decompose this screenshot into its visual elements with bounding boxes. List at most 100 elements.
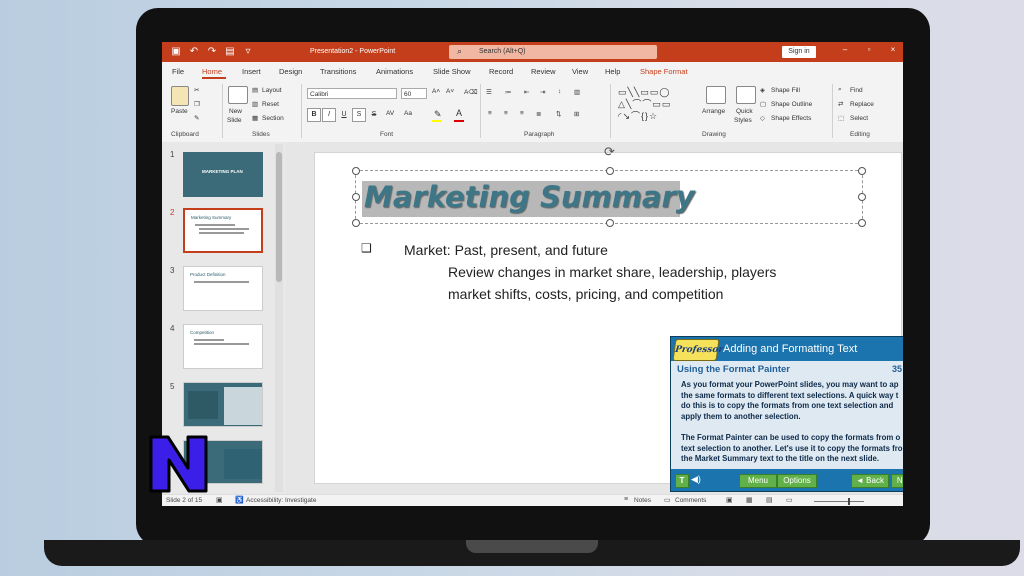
resize-handle[interactable] xyxy=(606,167,614,175)
character-spacing-icon[interactable]: AV xyxy=(386,110,394,117)
scrollbar-thumb[interactable] xyxy=(276,152,282,282)
increase-indent-icon[interactable]: ⇥ xyxy=(540,88,545,96)
text-direction-icon[interactable]: ⇅ xyxy=(556,110,561,118)
section-icon[interactable]: ▦ xyxy=(252,114,258,122)
cut-icon[interactable]: ✂ xyxy=(194,86,199,94)
paste-label[interactable]: Paste xyxy=(171,108,188,115)
decrease-font-icon[interactable]: A˅ xyxy=(446,88,454,95)
tab-review[interactable]: Review xyxy=(531,67,556,76)
arrange-label[interactable]: Arrange xyxy=(702,108,725,115)
resize-handle[interactable] xyxy=(858,193,866,201)
tab-view[interactable]: View xyxy=(572,67,588,76)
zoom-slider[interactable] xyxy=(814,501,864,502)
tab-transitions[interactable]: Transitions xyxy=(320,67,356,76)
font-name-select[interactable]: Calibri xyxy=(307,88,397,99)
customize-qat-icon[interactable]: ▿ xyxy=(242,46,254,58)
replace-icon[interactable]: ⇄ xyxy=(838,100,843,108)
find-button[interactable]: Find xyxy=(850,87,863,94)
shadow-button[interactable]: S xyxy=(352,108,366,122)
numbering-icon[interactable]: ≔ xyxy=(505,88,512,96)
slide-thumbnail-5[interactable] xyxy=(183,382,263,427)
columns-icon[interactable]: ▥ xyxy=(574,88,580,96)
smartart-icon[interactable]: ⊞ xyxy=(574,110,579,118)
align-right-icon[interactable]: ≡ xyxy=(520,110,524,117)
select-button[interactable]: Select xyxy=(850,115,868,122)
tab-file[interactable]: File xyxy=(172,67,184,76)
sign-in-button[interactable]: Sign in xyxy=(782,46,816,58)
tab-record[interactable]: Record xyxy=(489,67,513,76)
title-placeholder[interactable]: Marketing Summary ⟳ xyxy=(352,144,866,227)
notes-button[interactable]: Notes xyxy=(634,497,651,504)
resize-handle[interactable] xyxy=(352,193,360,201)
italic-button[interactable]: I xyxy=(322,108,336,122)
align-center-icon[interactable]: ≡ xyxy=(504,110,508,117)
section-button[interactable]: Section xyxy=(262,115,284,122)
find-icon[interactable]: ⌕ xyxy=(838,86,842,94)
shape-fill-button[interactable]: Shape Fill xyxy=(771,87,800,94)
font-size-select[interactable]: 60 xyxy=(401,88,427,99)
shape-effects-icon[interactable]: ◇ xyxy=(760,114,765,122)
underline-button[interactable]: U xyxy=(337,108,351,122)
tab-animations[interactable]: Animations xyxy=(376,67,413,76)
comments-button[interactable]: Comments xyxy=(675,497,706,504)
new-slide-icon[interactable] xyxy=(228,86,248,104)
tab-home[interactable]: Home xyxy=(202,67,222,76)
reading-view-icon[interactable]: ▤ xyxy=(766,496,773,504)
notes-icon[interactable]: ≡ xyxy=(624,496,628,503)
bullets-icon[interactable]: ☰ xyxy=(486,88,492,96)
reset-icon[interactable]: ▥ xyxy=(252,100,258,108)
accessibility-status[interactable]: Accessibility: Investigate xyxy=(246,497,316,504)
shape-fill-icon[interactable]: ◈ xyxy=(760,86,765,94)
tab-help[interactable]: Help xyxy=(605,67,620,76)
justify-icon[interactable]: ≣ xyxy=(536,110,541,118)
line-spacing-icon[interactable]: ↕ xyxy=(558,88,561,95)
rotate-handle-icon[interactable]: ⟳ xyxy=(604,144,615,160)
tab-design[interactable]: Design xyxy=(279,67,302,76)
resize-handle[interactable] xyxy=(606,219,614,227)
menu-button[interactable]: Menu xyxy=(739,474,777,488)
bold-button[interactable]: B xyxy=(307,108,321,122)
layout-button[interactable]: Layout xyxy=(262,87,282,94)
replace-button[interactable]: Replace xyxy=(850,101,874,108)
resize-handle[interactable] xyxy=(352,167,360,175)
paste-icon[interactable] xyxy=(171,86,189,106)
strikethrough-button[interactable]: S xyxy=(367,108,381,122)
change-case-icon[interactable]: Aa xyxy=(404,110,412,117)
next-button[interactable]: Ne xyxy=(891,474,903,488)
maximize-icon[interactable]: ▫ xyxy=(862,45,876,54)
copy-icon[interactable]: ❐ xyxy=(194,100,200,108)
align-left-icon[interactable]: ≡ xyxy=(488,110,492,117)
slide-title[interactable]: Marketing Summary xyxy=(364,180,695,214)
increase-font-icon[interactable]: A˄ xyxy=(432,88,440,95)
slide-sorter-icon[interactable]: ▦ xyxy=(746,496,753,504)
normal-view-icon[interactable]: ▣ xyxy=(726,496,733,504)
sub-bullet-text[interactable]: market shifts, costs, pricing, and compe… xyxy=(448,286,723,302)
tab-insert[interactable]: Insert xyxy=(242,67,261,76)
shapes-gallery[interactable]: ▭╲╲▭▭◯ △╲⌒⌒▭▭ ◜↘⌒{}☆ xyxy=(618,86,698,122)
undo-icon[interactable]: ↶ xyxy=(188,46,200,58)
new-slide-label[interactable]: New xyxy=(229,108,242,115)
highlight-icon[interactable]: ✎ xyxy=(434,109,442,120)
decrease-indent-icon[interactable]: ⇤ xyxy=(524,88,529,96)
sub-bullet-text[interactable]: Review changes in market share, leadersh… xyxy=(448,264,776,280)
text-toggle-button[interactable]: T xyxy=(675,474,689,488)
resize-handle[interactable] xyxy=(858,167,866,175)
slideshow-view-icon[interactable]: ▭ xyxy=(786,496,793,504)
quick-styles-label-2[interactable]: Styles xyxy=(734,117,752,124)
layout-icon[interactable]: ▤ xyxy=(252,86,258,94)
arrange-icon[interactable] xyxy=(706,86,726,104)
reset-button[interactable]: Reset xyxy=(262,101,279,108)
tab-slide-show[interactable]: Slide Show xyxy=(433,67,471,76)
resize-handle[interactable] xyxy=(858,219,866,227)
present-icon[interactable]: ▤ xyxy=(224,46,236,58)
spellcheck-icon[interactable]: ▣ xyxy=(216,496,223,504)
select-icon[interactable]: ⬚ xyxy=(838,114,844,122)
quick-styles-label[interactable]: Quick xyxy=(736,108,753,115)
slide-thumbnail-3[interactable]: Product Definition xyxy=(183,266,263,311)
audio-icon[interactable]: ◀) xyxy=(691,474,701,485)
quick-styles-icon[interactable] xyxy=(736,86,756,104)
zoom-slider-thumb[interactable] xyxy=(848,498,850,505)
options-button[interactable]: Options xyxy=(777,474,817,488)
comments-icon[interactable]: ▭ xyxy=(664,496,671,504)
accessibility-icon[interactable]: ♿ xyxy=(235,496,244,504)
